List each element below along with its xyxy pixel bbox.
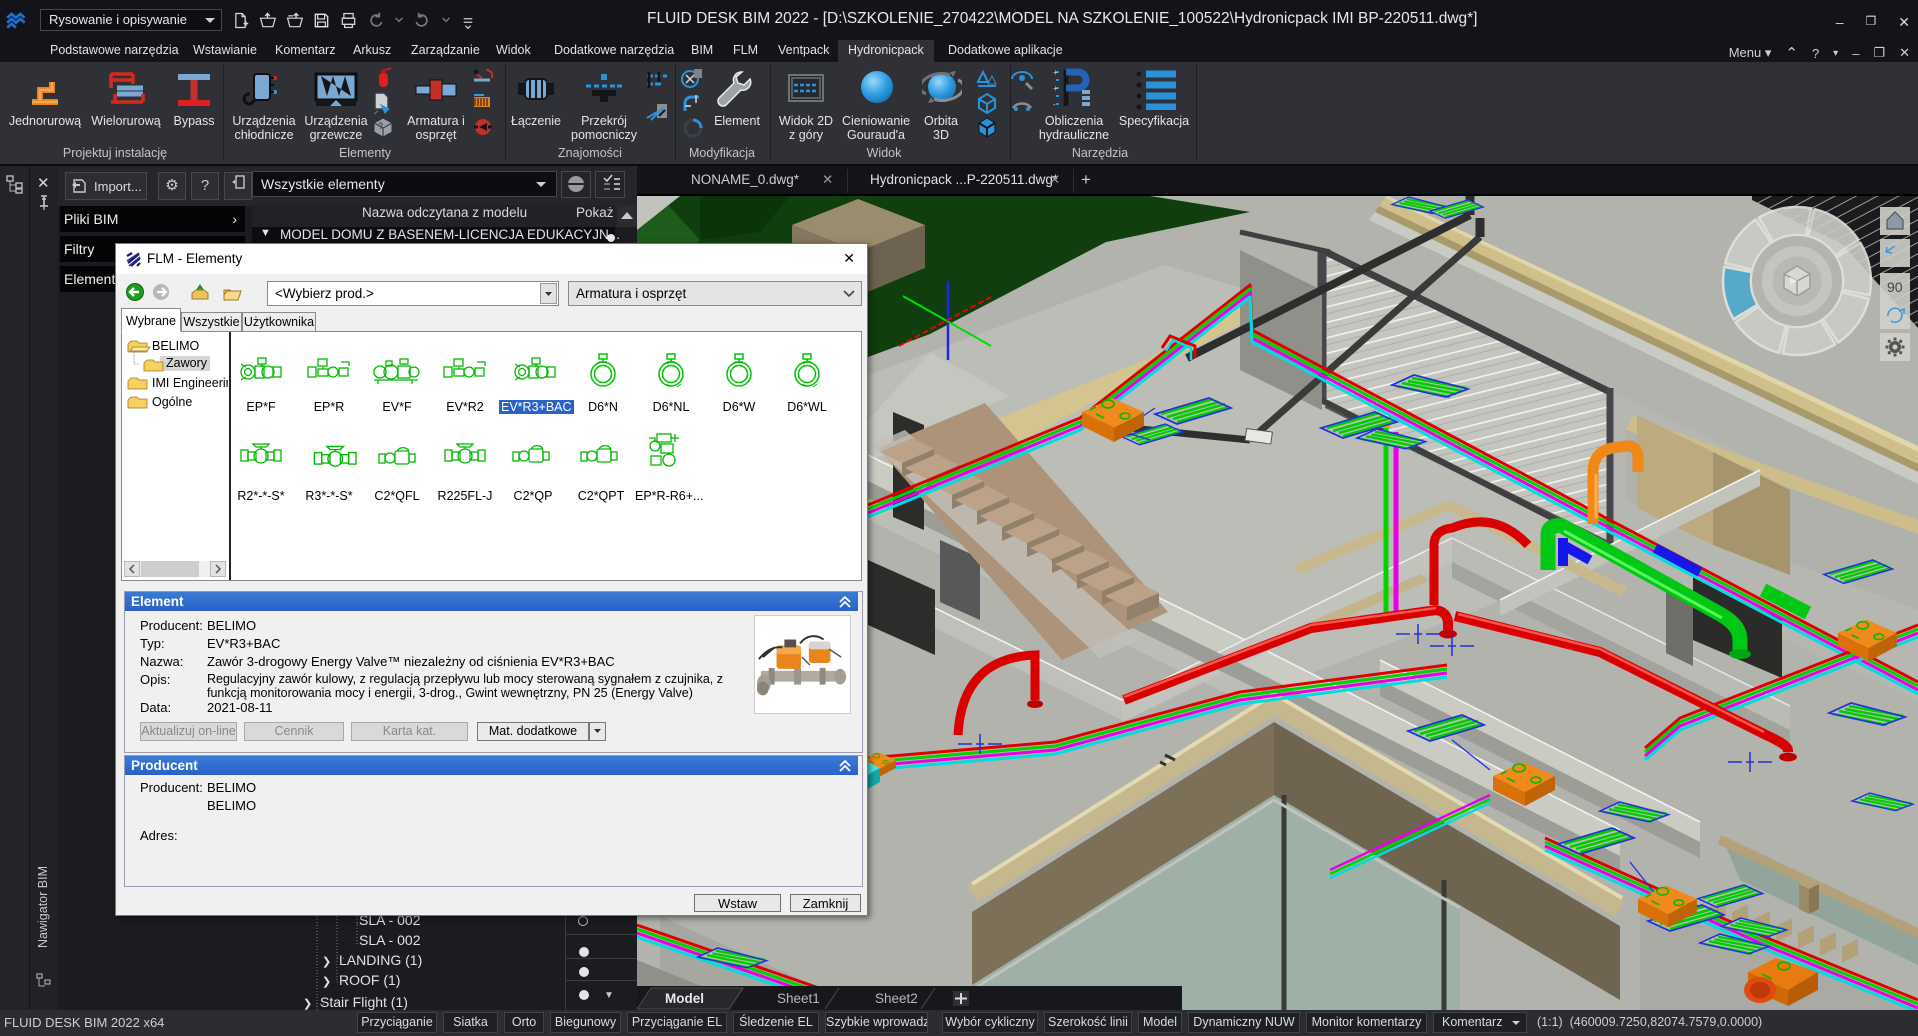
svg-text:Sheet2: Sheet2 [875, 991, 918, 1006]
svg-text:+: + [1053, 68, 1058, 77]
svg-text:-: - [1053, 100, 1056, 109]
svg-text:+: + [1053, 84, 1058, 93]
svg-text:Model: Model [665, 991, 704, 1006]
svg-text:90: 90 [1887, 279, 1903, 295]
svg-text:Sheet1: Sheet1 [777, 991, 820, 1006]
